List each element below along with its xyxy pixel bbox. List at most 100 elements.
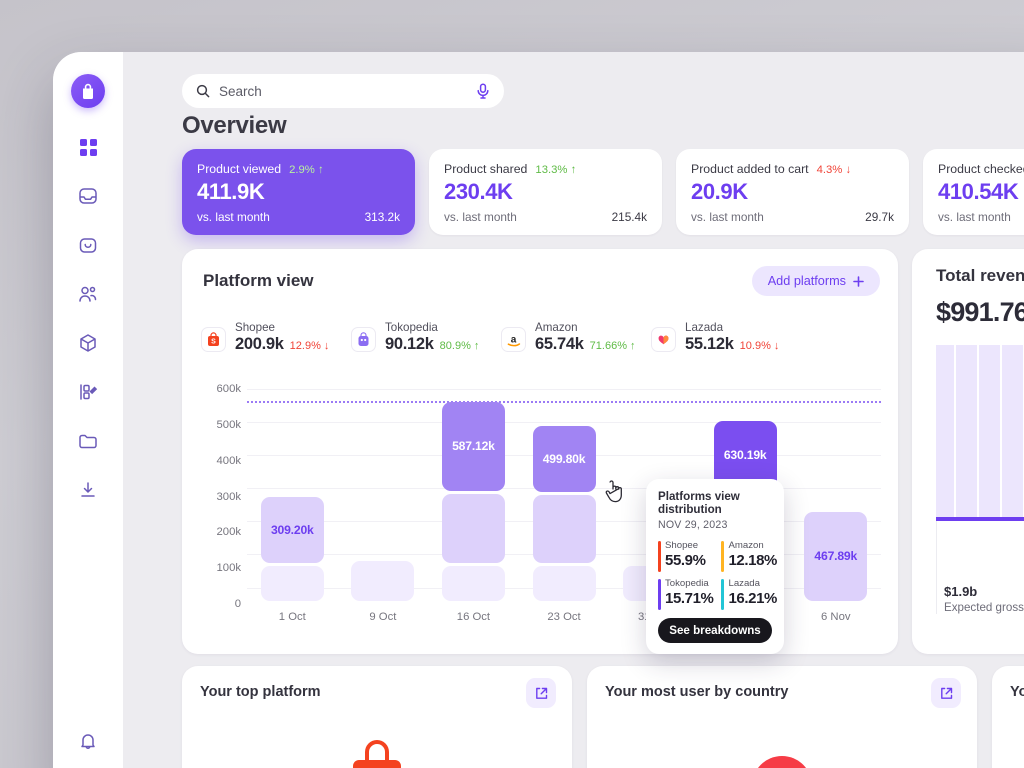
chart-bars: 309.20k 587.12k499.80k 630.19k 467.89k [247, 389, 881, 604]
platform-delta: 80.9% ↑ [440, 340, 480, 352]
revenue-panel-title: Total revenue [936, 266, 1024, 286]
stat-value: 410.54K [938, 179, 1024, 205]
sidebar-item-products[interactable] [71, 328, 105, 358]
shopping-bag-icon [80, 83, 96, 100]
platform-item-lazada[interactable]: Lazada 55.12k 10.9% ↓ [651, 321, 801, 354]
stat-card-product-shared[interactable]: Product shared 13.3% ↑ 230.4K vs. last m… [429, 149, 662, 235]
microphone-icon[interactable] [476, 83, 490, 99]
stat-compare-label: vs. last month [938, 210, 1011, 224]
open-top-platform-button[interactable] [526, 678, 556, 708]
stat-value: 230.4K [444, 179, 647, 205]
chart-bar-segment: 309.20k [261, 497, 324, 563]
lazada-icon [651, 327, 676, 352]
sidebar-item-appearance[interactable] [71, 377, 105, 407]
platform-item-amazon[interactable]: a Amazon 65.74k 71.66% ↑ [501, 321, 651, 354]
chart-x-tick: 9 Oct [338, 611, 429, 623]
app-logo[interactable] [71, 74, 105, 108]
shopee-icon: S [201, 327, 226, 352]
platform-summary-list: S Shopee 200.9k 12.9% ↓ [201, 321, 801, 354]
chart-bar-column[interactable]: 587.12k [428, 389, 519, 604]
sidebar-item-dashboard[interactable] [71, 132, 105, 162]
open-most-user-by-country-button[interactable] [931, 678, 961, 708]
search-bar[interactable]: Search [182, 74, 504, 108]
shopee-bag-art [353, 760, 401, 768]
sidebar-item-inbox[interactable] [71, 181, 105, 211]
platform-view-panel: Platform view Add platforms S [182, 249, 898, 654]
stat-delta: 13.3% ↑ [535, 164, 576, 176]
platform-value: 90.12k [385, 335, 434, 354]
tooltip-entry-amazon: Amazon 12.18% [721, 540, 776, 569]
svg-text:a: a [511, 334, 517, 345]
platform-name: Tokopedia [385, 321, 479, 334]
sidebar-item-downloads[interactable] [71, 475, 105, 505]
chart-x-tick: 6 Nov [790, 611, 881, 623]
platform-value: 65.74k [535, 335, 584, 354]
bottom-card-row: Your top platform Your most user by coun… [182, 666, 1024, 768]
chart-x-tick: 1 Oct [247, 611, 338, 623]
legend-swatch [721, 579, 724, 610]
stat-delta: 4.3% ↓ [817, 164, 852, 176]
search-input[interactable]: Search [219, 84, 467, 99]
stat-card-product-checked-out[interactable]: Product checked out 30.22% ↑ 410.54K vs.… [923, 149, 1024, 235]
chart-bar-column[interactable]: 499.80k [519, 389, 610, 604]
expected-gross-profit-label: Expected gross profit [944, 601, 1024, 614]
see-breakdowns-button[interactable]: See breakdowns [658, 618, 772, 643]
tooltip-entry-tokopedia: Tokopedia 15.71% [658, 578, 713, 607]
add-platforms-button[interactable]: Add platforms [752, 266, 880, 296]
card-your-most-user-by-country[interactable]: Your most user by country [587, 666, 977, 768]
card-title: Your product [1010, 684, 1024, 700]
platform-value-row: 90.12k 80.9% ↑ [385, 335, 479, 354]
amazon-icon: a [501, 327, 526, 352]
stat-compare-label: vs. last month [444, 210, 517, 224]
stat-value: 20.9K [691, 179, 894, 205]
revenue-amount: $991.761.12 [936, 297, 1024, 328]
stat-label: Product shared [444, 162, 527, 176]
stat-header: Product checked out 30.22% ↑ [938, 162, 1024, 176]
grid-dashboard-icon [79, 138, 98, 157]
platform-item-shopee[interactable]: S Shopee 200.9k 12.9% ↓ [201, 321, 351, 354]
sidebar-item-customers[interactable] [71, 279, 105, 309]
sidebar-item-files[interactable] [71, 426, 105, 456]
sidebar [53, 52, 123, 768]
tooltip-entry-name: Amazon [728, 540, 776, 551]
chart-bar-column[interactable] [338, 389, 429, 604]
stat-card-list: Product viewed 2.9% ↑ 411.9K vs. last mo… [182, 149, 1024, 235]
chart-bar-segment [351, 561, 414, 601]
box-icon [77, 332, 99, 354]
legend-swatch [721, 541, 724, 572]
card-your-product[interactable]: Your product [992, 666, 1024, 768]
stat-compare-label: vs. last month [197, 210, 270, 224]
revenue-area-fill [936, 345, 1024, 517]
stat-header: Product shared 13.3% ↑ [444, 162, 647, 176]
stat-card-product-added-to-cart[interactable]: Product added to cart 4.3% ↓ 20.9K vs. l… [676, 149, 909, 235]
stat-label: Product viewed [197, 162, 281, 176]
stat-card-product-viewed[interactable]: Product viewed 2.9% ↑ 411.9K vs. last mo… [182, 149, 415, 235]
platform-item-tokopedia[interactable]: Tokopedia 90.12k 80.9% ↑ [351, 321, 501, 354]
platform-item-body: Amazon 65.74k 71.66% ↑ [535, 321, 636, 354]
chart-y-tick: 600k [217, 383, 242, 395]
tooltip-entry-value: 55.9% [665, 552, 713, 569]
users-icon [77, 283, 99, 305]
sidebar-item-notifications[interactable] [71, 726, 105, 756]
chart-bar-label: 630.19k [714, 448, 777, 462]
download-icon [77, 479, 99, 501]
chart-bar-column[interactable]: 309.20k [247, 389, 338, 604]
card-your-top-platform[interactable]: Your top platform [182, 666, 572, 768]
platform-delta: 10.9% ↓ [740, 340, 780, 352]
revenue-footer: $1.9b Expected gross profit [944, 584, 1024, 614]
svg-text:S: S [211, 339, 216, 346]
chart-y-tick: 300k [217, 491, 242, 503]
platform-name: Lazada [685, 321, 779, 334]
tokopedia-icon [351, 327, 376, 352]
total-revenue-panel: Total revenue $991.761.12 [912, 249, 1024, 654]
chart-bar-segment [442, 566, 505, 601]
chart-y-tick: 500k [217, 419, 242, 431]
chart-bar-label: 467.89k [804, 549, 867, 563]
platform-delta: 71.66% ↑ [590, 340, 636, 352]
sidebar-item-shop[interactable] [71, 230, 105, 260]
tooltip-entry-name: Shopee [665, 540, 713, 551]
bell-icon [77, 730, 99, 752]
card-title: Your most user by country [605, 684, 788, 700]
chart-bar-column[interactable]: 467.89k [790, 389, 881, 604]
tooltip-entries: Shopee 55.9% Amazon 12.18% Tokopedia 15.… [658, 540, 772, 607]
